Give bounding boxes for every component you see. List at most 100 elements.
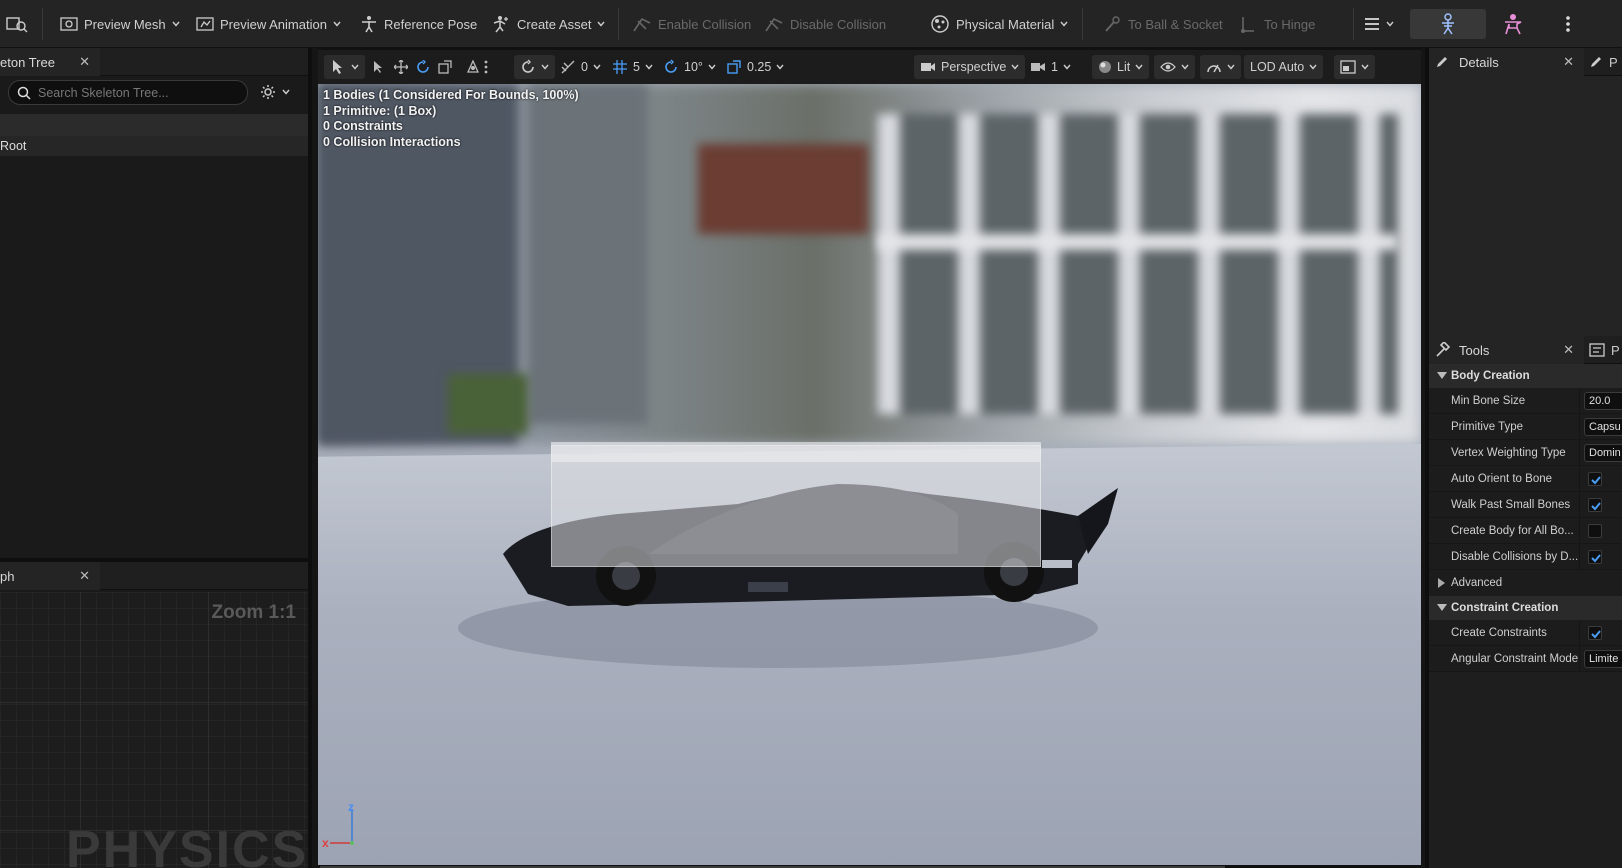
profile-icon (1589, 343, 1605, 357)
graph-tabbar: ph ✕ (0, 562, 308, 590)
primitive-type-dropdown[interactable]: Capsu (1584, 418, 1622, 436)
hamburger-menu-button[interactable] (1360, 9, 1398, 39)
collision-icon (633, 17, 651, 32)
translate-tool-button[interactable] (394, 55, 408, 79)
lighting-mode-dropdown[interactable]: Lit (1092, 55, 1150, 79)
tab-skeleton-tree[interactable]: eton Tree ✕ (0, 48, 100, 76)
tools-tabbar: Tools ✕ P (1429, 336, 1622, 364)
checkmark-icon (1591, 476, 1601, 485)
create-asset-button[interactable]: Create Asset (487, 9, 609, 39)
create-asset-icon (493, 16, 508, 33)
hinge-icon (1241, 17, 1254, 33)
camera-speed-button[interactable]: 1 (1030, 55, 1071, 79)
person-pose-icon (362, 16, 376, 33)
show-flags-dropdown[interactable] (1154, 55, 1195, 79)
tree-row[interactable]: Root (0, 136, 308, 156)
angular-mode-dropdown[interactable]: Limite (1584, 650, 1622, 668)
graph-canvas[interactable]: Zoom 1:1 PHYSICS (0, 592, 308, 868)
category-body-creation[interactable]: Body Creation (1429, 364, 1622, 388)
camera-icon (921, 63, 935, 71)
more-options-button[interactable] (1561, 9, 1575, 39)
viewport-scene[interactable]: z x (318, 84, 1421, 868)
prop-min-bone-size: Min Bone Size 20.0 (1429, 388, 1622, 414)
physics-stats-overlay: 1 Bodies (1 Considered For Bounds, 100%)… (323, 88, 579, 149)
preview-animation-button[interactable]: Preview Animation (192, 9, 345, 39)
advanced-expander[interactable]: Advanced (1429, 570, 1622, 596)
tree-column-header (0, 114, 308, 136)
close-icon[interactable]: ✕ (79, 568, 90, 584)
translate-snap-button[interactable]: 0 (560, 55, 601, 79)
prop-vertex-weighting: Vertex Weighting Type Domin (1429, 440, 1622, 466)
translate-snap-icon (561, 60, 575, 74)
lod-dropdown[interactable]: LOD Auto (1244, 55, 1324, 79)
pencil-icon (1591, 57, 1601, 67)
create-body-all-checkbox[interactable] (1588, 524, 1602, 538)
close-icon[interactable]: ✕ (79, 54, 90, 70)
close-icon[interactable]: ✕ (1563, 342, 1574, 358)
scale-snap-button[interactable]: 0.25 (726, 55, 784, 79)
collision-box-body[interactable] (551, 445, 1041, 567)
details-content (1429, 76, 1622, 336)
pencil-icon (1437, 57, 1447, 67)
settings-button[interactable] (260, 84, 290, 100)
rotate-tool-button[interactable] (416, 55, 430, 79)
collision-off-icon (765, 17, 783, 32)
scale-tool-button[interactable] (438, 55, 452, 79)
reference-pose-button[interactable]: Reference Pose (356, 9, 481, 39)
disable-collision-button[interactable]: Disable Collision (760, 9, 890, 39)
surface-snap-button[interactable] (466, 55, 480, 79)
tab-graph[interactable]: ph ✕ (0, 562, 100, 590)
surface-snap-icon (466, 60, 480, 73)
axis-label-x: x (322, 836, 329, 850)
checkmark-icon (1591, 554, 1601, 563)
skeleton-tree-search[interactable]: Search Skeleton Tree... (8, 80, 248, 105)
skeleton-tree-panel: eton Tree ✕ Search Skeleton Tree... Root (0, 48, 312, 558)
viewport-layout-dropdown[interactable] (1334, 55, 1375, 79)
coordinate-system-button[interactable] (514, 55, 555, 79)
category-constraint-creation[interactable]: Constraint Creation (1429, 596, 1622, 620)
performance-dropdown[interactable] (1200, 55, 1241, 79)
disable-collisions-checkbox[interactable] (1588, 550, 1602, 564)
select-tool-button[interactable] (372, 55, 384, 79)
scale-icon (438, 60, 452, 74)
auto-orient-checkbox[interactable] (1588, 472, 1602, 486)
tools-content: Body Creation Min Bone Size 20.0 Primiti… (1429, 364, 1622, 868)
content-browser-icon[interactable] (2, 9, 32, 39)
preview-mesh-button[interactable]: Preview Mesh (56, 9, 184, 39)
prop-walk-past: Walk Past Small Bones (1429, 492, 1622, 518)
tab-details[interactable]: Details ✕ (1429, 48, 1584, 76)
viewport-more-button[interactable] (484, 55, 488, 79)
world-space-icon (522, 59, 534, 73)
eye-icon (1160, 62, 1176, 72)
view-mode-dropdown[interactable]: Perspective (914, 55, 1026, 79)
skeleton-tree-tabbar: eton Tree ✕ (0, 48, 308, 76)
vertex-weighting-dropdown[interactable]: Domin (1584, 444, 1622, 462)
to-ball-socket-button[interactable]: To Ball & Socket (1098, 9, 1227, 39)
checkmark-icon (1591, 630, 1601, 639)
rotate-snap-button[interactable]: 10° (663, 55, 716, 79)
tab-tools[interactable]: Tools ✕ (1429, 336, 1584, 364)
skeleton-mode-button[interactable] (1410, 9, 1486, 39)
physical-material-button[interactable]: Physical Material (926, 9, 1072, 39)
ball-socket-icon (1105, 16, 1120, 32)
walk-past-checkbox[interactable] (1588, 498, 1602, 512)
viewport[interactable]: 0 5 10° 0.25 Perspective 1 Lit LOD Auto … (318, 48, 1421, 868)
prop-create-body-all: Create Body for All Bo... (1429, 518, 1622, 544)
select-mode-button[interactable] (324, 55, 365, 79)
physics-body-icon (1505, 14, 1522, 35)
lit-sphere-icon (1099, 61, 1111, 73)
physical-material-icon (931, 15, 949, 33)
details-tabbar: Details ✕ P (1429, 48, 1622, 76)
create-constraints-checkbox[interactable] (1588, 626, 1602, 640)
close-icon[interactable]: ✕ (1563, 54, 1574, 70)
grid-snap-button[interactable]: 5 (612, 55, 653, 79)
gauge-icon (1207, 64, 1221, 73)
viewport-toolbar: 0 5 10° 0.25 Perspective 1 Lit LOD Auto (318, 50, 1421, 84)
min-bone-size-input[interactable]: 20.0 (1584, 392, 1622, 410)
tab-p-secondary[interactable]: P (1589, 55, 1618, 70)
tab-p-tools-secondary[interactable]: P (1589, 343, 1620, 358)
physics-mode-button[interactable] (1498, 9, 1528, 39)
prop-auto-orient: Auto Orient to Bone (1429, 466, 1622, 492)
enable-collision-button[interactable]: Enable Collision (628, 9, 755, 39)
to-hinge-button[interactable]: To Hinge (1234, 9, 1319, 39)
